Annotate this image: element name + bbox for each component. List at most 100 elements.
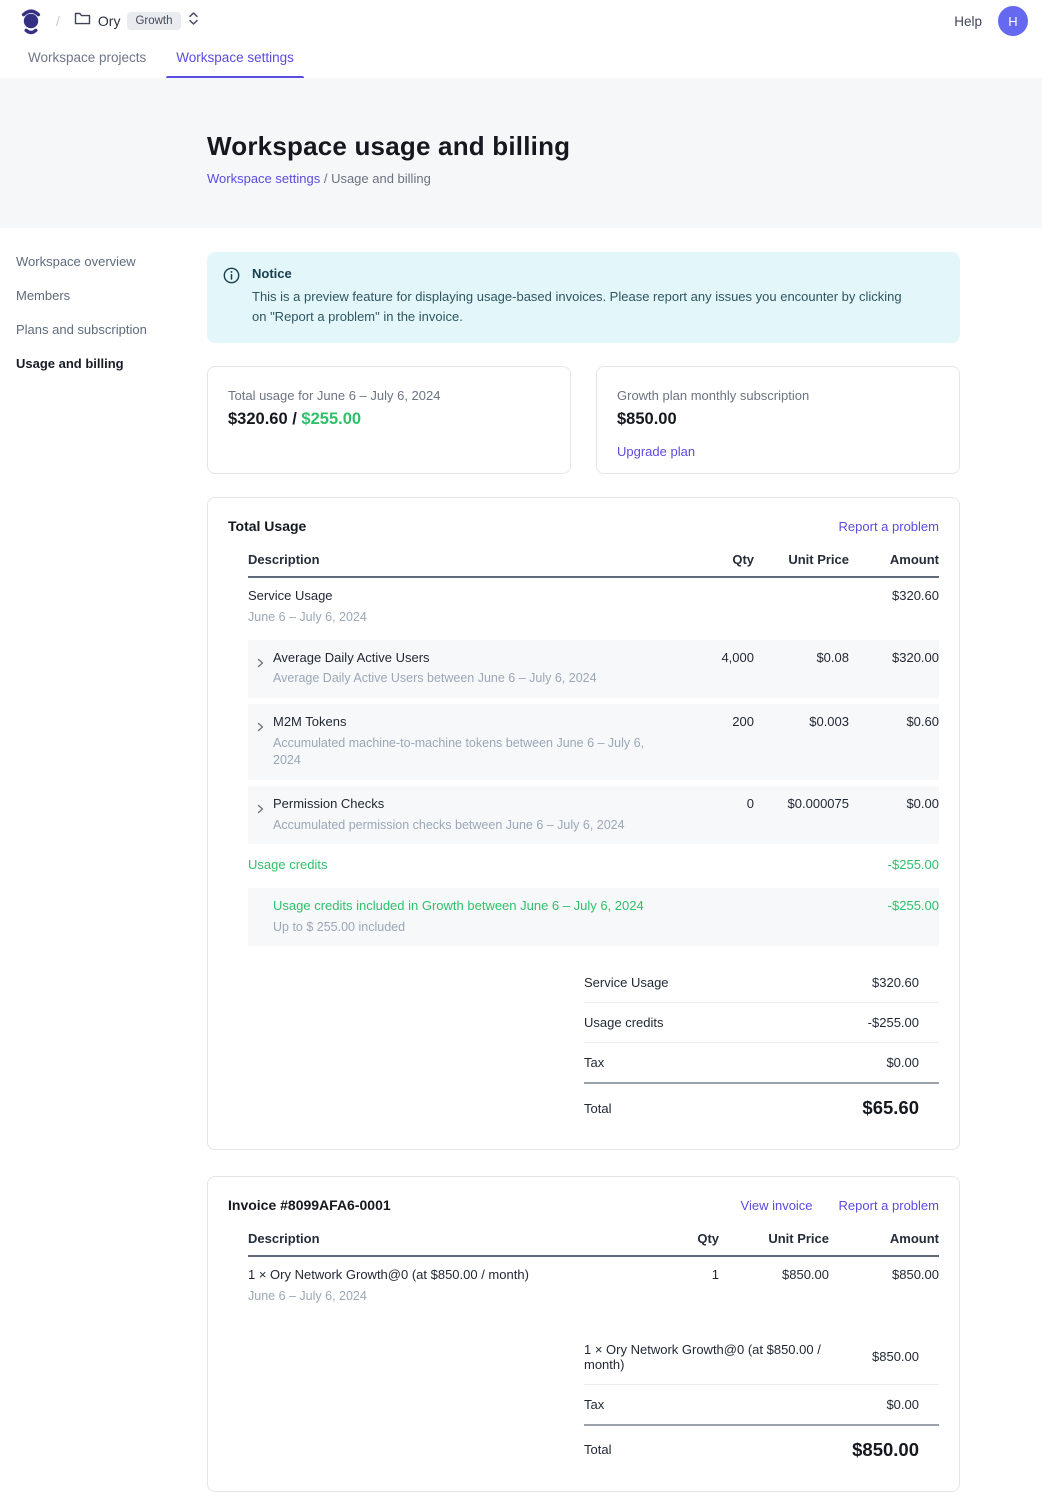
summary-row: 1 × Ory Network Growth@0 (at $850.00 / m… <box>584 1330 939 1385</box>
table-row: Usage credits included in Growth between… <box>248 885 939 949</box>
settings-sidenav: Workspace overview Members Plans and sub… <box>16 248 191 384</box>
row-subtitle: Up to $ 255.00 included <box>273 919 672 937</box>
expand-chevron-icon[interactable] <box>256 719 265 737</box>
row-title: M2M Tokens <box>273 713 672 732</box>
table-row: Service Usage June 6 – July 6, 2024 $320… <box>248 578 939 636</box>
sidebar-item-members[interactable]: Members <box>16 282 191 309</box>
breadcrumb-separator: / <box>324 171 331 186</box>
summary-label: Service Usage <box>584 975 669 990</box>
row-subtitle: June 6 – July 6, 2024 <box>248 609 672 627</box>
usage-table-header: Description Qty Unit Price Amount <box>248 552 939 578</box>
summary-value: -$255.00 <box>868 1015 919 1030</box>
row-title: 1 × Ory Network Growth@0 (at $850.00 / m… <box>248 1266 647 1285</box>
subscription-card: Growth plan monthly subscription $850.00… <box>596 366 960 474</box>
total-usage-value: $320.60 / $255.00 <box>228 410 550 429</box>
invoice-table-header: Description Qty Unit Price Amount <box>248 1231 939 1257</box>
sidebar-item-workspace-overview[interactable]: Workspace overview <box>16 248 191 275</box>
summary-row: Tax $0.00 <box>584 1385 939 1426</box>
row-subtitle: Average Daily Active Users between June … <box>273 670 597 688</box>
total-label: Total <box>584 1101 611 1116</box>
summary-value: $0.00 <box>886 1397 919 1412</box>
col-description: Description <box>248 1231 659 1246</box>
expand-chevron-icon[interactable] <box>256 801 265 819</box>
summary-total-row: Total $850.00 <box>584 1426 939 1467</box>
info-icon <box>223 267 240 327</box>
summary-row: Usage credits -$255.00 <box>584 1003 939 1043</box>
col-amount: Amount <box>849 552 939 567</box>
table-row: 1 × Ory Network Growth@0 (at $850.00 / m… <box>248 1257 939 1315</box>
user-avatar[interactable]: H <box>998 6 1028 36</box>
col-unit-price: Unit Price <box>719 1231 829 1246</box>
row-title: Average Daily Active Users <box>273 649 597 668</box>
invoice-summary: 1 × Ory Network Growth@0 (at $850.00 / m… <box>584 1330 939 1467</box>
col-qty: Qty <box>684 552 754 567</box>
total-value: $850.00 <box>852 1439 919 1461</box>
usage-summary: Service Usage $320.60 Usage credits -$25… <box>584 963 939 1125</box>
total-label: Total <box>584 1442 611 1457</box>
row-title: Usage credits included in Growth between… <box>273 897 672 916</box>
col-amount: Amount <box>829 1231 939 1246</box>
breadcrumb-separator: / <box>56 13 60 29</box>
sidebar-item-usage-and-billing[interactable]: Usage and billing <box>16 350 191 377</box>
summary-total-row: Total $65.60 <box>584 1084 939 1125</box>
expand-chevron-icon[interactable] <box>256 655 265 673</box>
subscription-amount: $850.00 <box>617 410 939 429</box>
notice-body: This is a preview feature for displaying… <box>252 287 912 327</box>
total-usage-label: Total usage for June 6 – July 6, 2024 <box>228 388 550 403</box>
summary-row: Service Usage $320.60 <box>584 963 939 1003</box>
main-content: Notice This is a preview feature for dis… <box>207 228 960 1492</box>
top-bar: / Ory Growth Help H <box>0 0 1042 42</box>
selector-chevrons-icon[interactable] <box>188 11 199 31</box>
usage-used-amount: $320.60 <box>228 410 288 428</box>
summary-label: Usage credits <box>584 1015 663 1030</box>
report-problem-link[interactable]: Report a problem <box>839 519 939 534</box>
summary-label: Tax <box>584 1055 604 1070</box>
page-header: Workspace usage and billing Workspace se… <box>0 78 1042 228</box>
notice-title: Notice <box>252 266 912 281</box>
workspace-name: Ory <box>98 13 121 29</box>
view-invoice-link[interactable]: View invoice <box>741 1198 813 1213</box>
report-problem-link[interactable]: Report a problem <box>839 1198 939 1213</box>
row-subtitle: June 6 – July 6, 2024 <box>248 1288 647 1306</box>
row-subtitle: Accumulated permission checks between Ju… <box>273 817 625 835</box>
sidebar-item-plans-and-subscription[interactable]: Plans and subscription <box>16 316 191 343</box>
folder-icon <box>74 11 91 31</box>
table-row: Permission Checks Accumulated permission… <box>248 783 939 847</box>
breadcrumb-current: Usage and billing <box>331 171 431 186</box>
usage-table: Description Qty Unit Price Amount Servic… <box>248 552 939 949</box>
workspace-picker[interactable]: Ory Growth <box>74 11 199 31</box>
usage-invoice-card: Total Usage Report a problem Description… <box>207 497 960 1150</box>
page-title: Workspace usage and billing <box>207 131 1042 162</box>
help-link[interactable]: Help <box>954 14 982 29</box>
ory-logo-icon[interactable] <box>18 7 44 35</box>
col-description: Description <box>248 552 684 567</box>
plan-badge: Growth <box>127 12 180 30</box>
row-title: Service Usage <box>248 587 672 606</box>
row-title: Usage credits <box>248 856 672 875</box>
total-value: $65.60 <box>862 1097 919 1119</box>
summary-row: Tax $0.00 <box>584 1043 939 1084</box>
workspace-tabbar: Workspace projects Workspace settings <box>0 42 1042 78</box>
col-unit-price: Unit Price <box>754 552 849 567</box>
total-usage-card: Total usage for June 6 – July 6, 2024 $3… <box>207 366 571 474</box>
invoice-card: Invoice #8099AFA6-0001 View invoice Repo… <box>207 1176 960 1491</box>
preview-notice: Notice This is a preview feature for dis… <box>207 252 960 343</box>
upgrade-plan-link[interactable]: Upgrade plan <box>617 444 695 459</box>
summary-label: 1 × Ory Network Growth@0 (at $850.00 / m… <box>584 1342 872 1372</box>
summary-cards-row: Total usage for June 6 – July 6, 2024 $3… <box>207 366 960 474</box>
summary-label: Tax <box>584 1397 604 1412</box>
tab-workspace-settings[interactable]: Workspace settings <box>166 42 304 78</box>
tab-workspace-projects[interactable]: Workspace projects <box>18 42 156 78</box>
invoice-table: Description Qty Unit Price Amount 1 × Or… <box>248 1231 939 1315</box>
breadcrumb-workspace-settings-link[interactable]: Workspace settings <box>207 171 320 186</box>
table-row: Usage credits -$255.00 <box>248 847 939 885</box>
summary-value: $0.00 <box>886 1055 919 1070</box>
invoice-card-title: Invoice #8099AFA6-0001 <box>228 1197 391 1213</box>
summary-value: $320.60 <box>872 975 919 990</box>
usage-separator: / <box>288 410 302 428</box>
row-subtitle: Accumulated machine-to-machine tokens be… <box>273 735 672 770</box>
subscription-label: Growth plan monthly subscription <box>617 388 939 403</box>
col-qty: Qty <box>659 1231 719 1246</box>
summary-value: $850.00 <box>872 1349 919 1364</box>
breadcrumb: Workspace settings / Usage and billing <box>207 171 1042 186</box>
